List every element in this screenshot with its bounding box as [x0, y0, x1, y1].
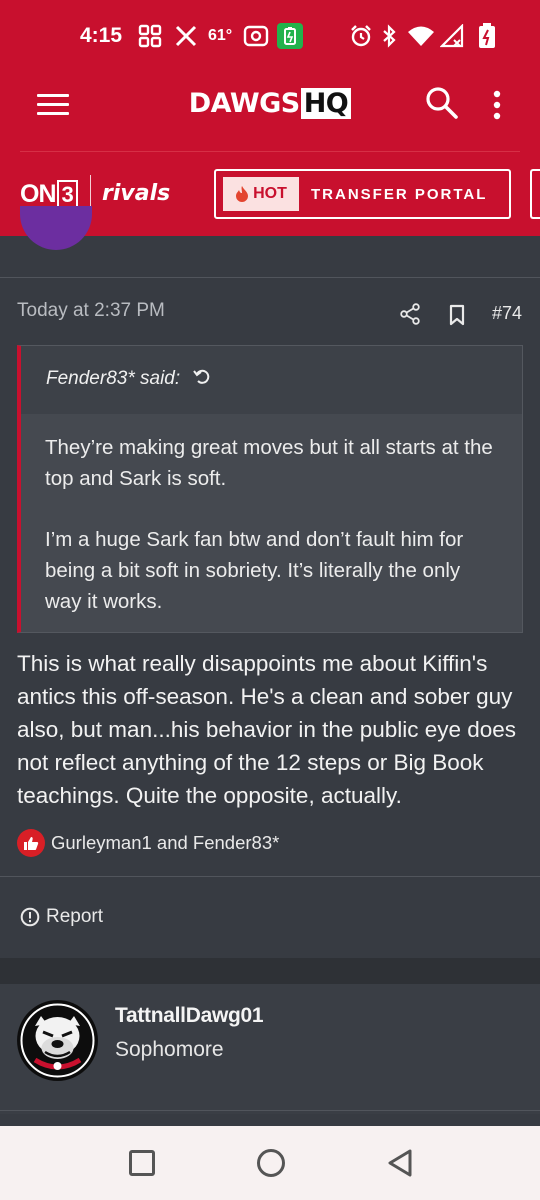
site-logo[interactable]: DAWGS HQ	[0, 88, 540, 119]
quote-author-link[interactable]: Fender83* said:	[21, 346, 522, 414]
quote-author-text: Fender83* said:	[46, 368, 181, 389]
status-time: 4:15	[80, 24, 123, 47]
signal-icon	[440, 22, 464, 50]
post-date[interactable]: Today at 2:37 PM	[17, 300, 165, 322]
quote-paragraph: I’m a huge Sark fan btw and don’t fault …	[45, 528, 464, 613]
x-logo-icon	[174, 22, 198, 50]
status-bar: 4:15 61°	[0, 0, 540, 72]
quote-paragraph: They’re making great moves but it all st…	[45, 436, 493, 490]
on3-text: ON	[20, 180, 56, 208]
post-gap	[0, 958, 540, 984]
system-nav-bar	[0, 1126, 540, 1200]
quote-block: Fender83* said: They’re making great mov…	[17, 345, 523, 633]
battery-charging-icon	[478, 22, 496, 50]
username-link[interactable]: TattnallDawg01	[115, 1004, 264, 1028]
wifi-icon	[407, 22, 435, 50]
hot-label: HOT	[253, 185, 287, 202]
grid-icon	[138, 22, 162, 50]
reactions-row[interactable]: Gurleyman1 and Fender83*	[17, 829, 279, 857]
radio-icon	[243, 22, 269, 50]
share-icon[interactable]	[400, 303, 420, 325]
user-divider	[0, 1110, 540, 1111]
transfer-portal-label: TRANSFER PORTAL	[311, 185, 488, 203]
transfer-portal-button[interactable]: HOT TRANSFER PORTAL	[214, 169, 511, 219]
more-vertical-icon[interactable]	[492, 90, 502, 120]
report-button[interactable]: Report	[20, 906, 103, 928]
battery-saver-icon	[277, 22, 303, 50]
bookmark-icon[interactable]	[448, 304, 466, 326]
post-footer-divider	[0, 876, 540, 877]
recents-square-icon[interactable]	[129, 1150, 155, 1176]
reactions-text: Gurleyman1 and Fender83*	[51, 832, 280, 853]
logo-hq-text: HQ	[300, 88, 352, 119]
report-label: Report	[46, 906, 104, 927]
report-alert-icon	[20, 907, 40, 927]
home-circle-icon[interactable]	[257, 1149, 285, 1177]
rivals-logo[interactable]: rivals	[102, 181, 170, 206]
alarm-icon	[349, 22, 373, 50]
search-icon[interactable]	[425, 86, 459, 120]
post-divider	[0, 277, 540, 278]
back-triangle-icon[interactable]	[386, 1148, 414, 1178]
post-body-text: This is what really disappoints me about…	[17, 651, 517, 808]
hot-badge: HOT	[223, 177, 299, 211]
quote-body: They’re making great moves but it all st…	[21, 414, 522, 617]
header-divider	[20, 151, 520, 152]
bluetooth-icon	[381, 22, 397, 50]
site-header: DAWGS HQ	[0, 72, 540, 152]
next-promo-button-edge[interactable]	[530, 169, 540, 219]
jump-to-quote-icon	[193, 369, 210, 384]
status-temperature: 61°	[208, 27, 233, 44]
previous-post-avatar[interactable]	[20, 206, 92, 250]
flame-icon	[236, 186, 249, 202]
next-post-user-block: TattnallDawg01 Sophomore	[0, 984, 540, 1114]
bulldog-avatar[interactable]	[17, 1000, 98, 1081]
user-title: Sophomore	[115, 1038, 224, 1061]
thumbs-up-icon	[17, 829, 45, 857]
on3-digit: 3	[56, 180, 78, 209]
on3-logo[interactable]: ON 3	[20, 180, 78, 209]
logo-main-text: DAWGS	[188, 88, 300, 119]
post-number-link[interactable]: #74	[492, 303, 522, 324]
